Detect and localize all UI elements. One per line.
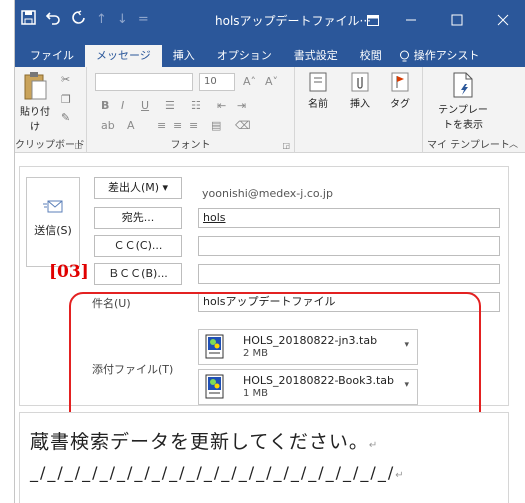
copy-icon[interactable]: ❐ bbox=[61, 93, 71, 106]
template-label-1: テンプレー bbox=[438, 105, 488, 116]
body-line: _/_/_/_/_/_/_/_/_/_/_/_/_/_/_/_/_/_/_/_/… bbox=[30, 463, 404, 482]
my-templates-group-label: マイ テンプレート bbox=[427, 140, 510, 151]
send-button[interactable]: 送信(S) bbox=[26, 177, 80, 267]
tab-format-text[interactable]: 書式設定 bbox=[283, 45, 349, 67]
flag-icon bbox=[391, 72, 409, 92]
bcc-field[interactable] bbox=[198, 264, 500, 284]
arrow-up-icon[interactable]: ↑ bbox=[96, 10, 107, 30]
from-address: yoonishi@medex-j.co.jp bbox=[202, 187, 333, 200]
send-icon bbox=[43, 200, 63, 213]
tab-file[interactable]: ファイル bbox=[19, 45, 85, 67]
from-button[interactable]: 差出人(M) ▾ bbox=[94, 177, 182, 199]
tab-insert[interactable]: 挿入 bbox=[162, 45, 206, 67]
format-painter-icon[interactable]: ✎ bbox=[61, 111, 70, 124]
bullets-icon[interactable]: ☰ bbox=[165, 99, 175, 112]
tab-message[interactable]: メッセージ bbox=[85, 45, 162, 67]
paragraph-mark-icon: ↵ bbox=[368, 440, 378, 451]
my-templates-group: テンプレー トを表示 マイ テンプレート bbox=[423, 67, 510, 153]
attach-button[interactable]: 挿入 bbox=[343, 71, 377, 110]
customize-qat-icon[interactable]: = bbox=[138, 10, 149, 30]
lightbulb-icon bbox=[399, 50, 409, 61]
tab-options[interactable]: オプション bbox=[206, 45, 283, 67]
tags-label: タグ bbox=[390, 99, 410, 110]
collapse-ribbon-icon[interactable]: ︿ bbox=[509, 137, 518, 150]
underline-button[interactable]: U bbox=[141, 99, 149, 112]
window-title: holsアップデートファイル··· bbox=[215, 14, 371, 28]
indent-icon[interactable]: ⇤ bbox=[217, 99, 226, 112]
undo-icon[interactable] bbox=[45, 10, 61, 30]
paragraph-mark-icon: ↵ bbox=[395, 470, 404, 481]
paste-label: 貼り付け bbox=[20, 107, 50, 133]
message-body-editor[interactable]: 蔵書検索データを更新してください。↵ _/_/_/_/_/_/_/_/_/_/_… bbox=[19, 412, 509, 503]
arrow-down-icon[interactable]: ↓ bbox=[117, 10, 128, 30]
to-button[interactable]: 宛先... bbox=[94, 207, 182, 229]
clipboard-group: 貼り付け ✂ ❐ ✎ クリップボード ◲ bbox=[15, 67, 87, 153]
redo-icon[interactable] bbox=[71, 10, 86, 30]
minimize-icon[interactable] bbox=[388, 6, 434, 34]
paperclip-icon bbox=[351, 72, 369, 92]
body-line: 蔵書検索データを更新してください。↵ bbox=[30, 427, 377, 454]
align-left-icon[interactable]: ≡ bbox=[157, 119, 166, 132]
align-right-icon[interactable]: ≡ bbox=[189, 119, 198, 132]
bold-button[interactable]: B bbox=[101, 99, 109, 112]
save-icon[interactable] bbox=[21, 10, 36, 30]
template-label-2: トを表示 bbox=[443, 120, 483, 131]
outlook-message-window: ↑ ↓ = holsアップデートファイル··· ファイル メッセージ 挿入 オプ… bbox=[14, 0, 525, 503]
font-color-icon[interactable]: A bbox=[127, 119, 135, 132]
view-templates-button[interactable]: テンプレー トを表示 bbox=[431, 71, 495, 131]
to-field[interactable]: hols bbox=[198, 208, 500, 228]
shrink-font-icon[interactable]: A˅ bbox=[265, 75, 278, 88]
dialog-launcher-icon[interactable]: ◲ bbox=[74, 141, 82, 150]
font-name-combo[interactable] bbox=[95, 73, 193, 91]
title-bar: ↑ ↓ = holsアップデートファイル··· bbox=[15, 0, 525, 43]
font-dialog-launcher-icon[interactable]: ◲ bbox=[282, 141, 290, 150]
address-book-icon bbox=[309, 72, 327, 92]
cc-field[interactable] bbox=[198, 236, 500, 256]
names-label: 名前 bbox=[308, 99, 328, 110]
insert-label: 挿入 bbox=[350, 99, 370, 110]
template-icon bbox=[453, 72, 473, 98]
italic-button[interactable]: I bbox=[121, 99, 124, 112]
names-include-tags-group: 名前 挿入 タグ bbox=[295, 67, 423, 153]
tell-me-search[interactable]: 操作アシスト bbox=[399, 45, 480, 67]
cut-icon[interactable]: ✂ bbox=[61, 73, 70, 86]
window-controls bbox=[358, 6, 525, 34]
justify-icon[interactable]: ▤ bbox=[211, 119, 221, 132]
clear-format-icon[interactable]: ⌫ bbox=[235, 119, 251, 132]
cc-button[interactable]: ＣＣ(C)... bbox=[94, 235, 182, 257]
basic-text-group: 10 A˄ A˅ B I U ☰ ☷ ⇤ ⇥ ab A ≡ ≡ ≡ ▤ ⌫ フォ… bbox=[87, 67, 295, 153]
highlight-icon[interactable]: ab bbox=[101, 119, 115, 132]
font-size-combo[interactable]: 10 bbox=[199, 73, 235, 91]
ribbon: 貼り付け ✂ ❐ ✎ クリップボード ◲ 10 A˄ A˅ B I U ☰ ☷ … bbox=[15, 67, 525, 153]
maximize-icon[interactable] bbox=[434, 6, 480, 34]
step-annotation: [03] bbox=[49, 262, 89, 282]
font-group-label: フォント bbox=[170, 140, 211, 151]
close-icon[interactable] bbox=[480, 6, 525, 34]
font-size-value: 10 bbox=[204, 76, 217, 87]
tab-review[interactable]: 校閲 bbox=[349, 45, 393, 67]
clipboard-icon bbox=[24, 72, 47, 100]
quick-access-toolbar: ↑ ↓ = bbox=[21, 10, 149, 30]
bcc-button[interactable]: ＢＣＣ(B)... bbox=[94, 263, 182, 285]
tell-me-label: 操作アシスト bbox=[413, 49, 480, 62]
align-center-icon[interactable]: ≡ bbox=[173, 119, 182, 132]
send-label: 送信(S) bbox=[34, 224, 72, 237]
paste-button[interactable]: 貼り付け bbox=[17, 71, 53, 133]
body-text: 蔵書検索データを更新してください。 bbox=[30, 431, 369, 453]
tags-button[interactable]: タグ bbox=[383, 71, 417, 110]
grow-font-icon[interactable]: A˄ bbox=[243, 75, 256, 88]
ribbon-tabs: ファイル メッセージ 挿入 オプション 書式設定 校閲 操作アシスト bbox=[15, 43, 525, 67]
ribbon-display-options-icon[interactable] bbox=[358, 6, 388, 34]
numbering-icon[interactable]: ☷ bbox=[191, 99, 201, 112]
compose-area: 送信(S) 差出人(M) ▾ yoonishi@medex-j.co.jp 宛先… bbox=[15, 154, 525, 503]
outdent-icon[interactable]: ⇥ bbox=[237, 99, 246, 112]
address-book-button[interactable]: 名前 bbox=[301, 71, 335, 110]
body-separator: _/_/_/_/_/_/_/_/_/_/_/_/_/_/_/_/_/_/_/_/… bbox=[30, 463, 396, 482]
